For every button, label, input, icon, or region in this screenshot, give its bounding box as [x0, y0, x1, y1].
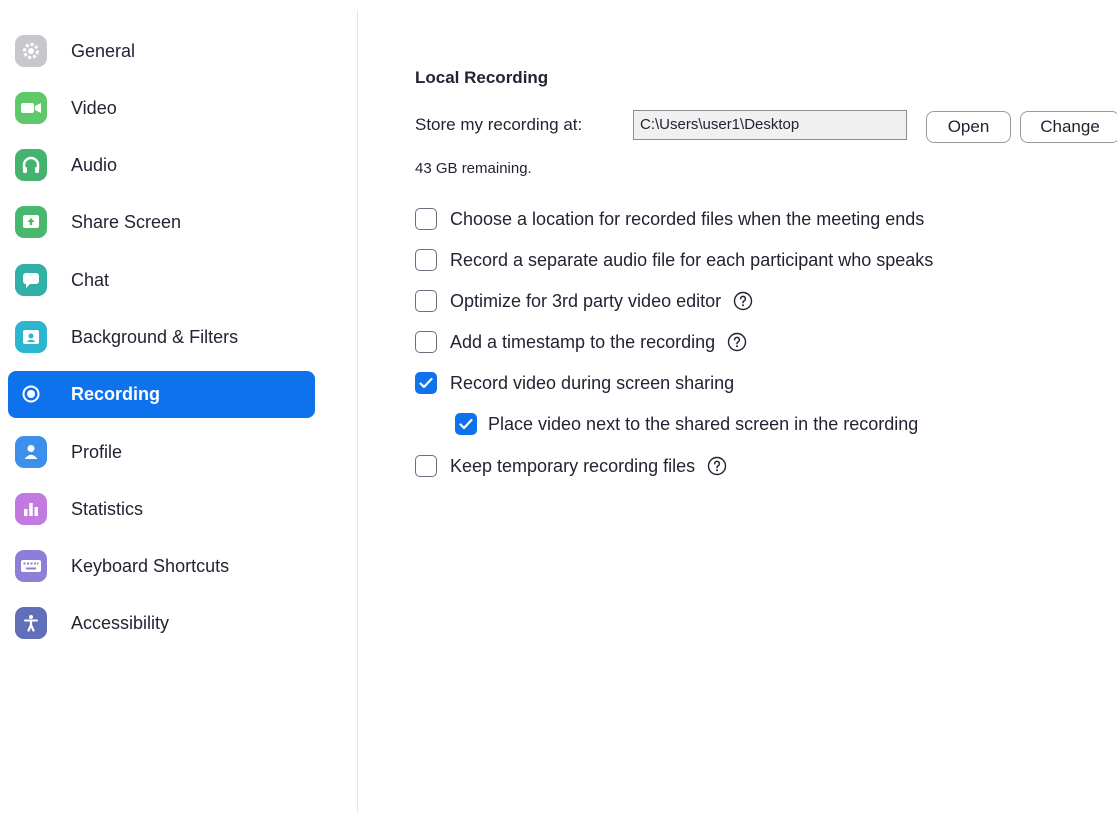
sidebar-item-video[interactable]: Video [8, 85, 315, 132]
person-icon [15, 436, 47, 468]
help-icon[interactable] [727, 332, 747, 352]
keyboard-icon [15, 550, 47, 582]
option-timestamp: Add a timestamp to the recording [415, 330, 747, 354]
option-label: Optimize for 3rd party video editor [450, 290, 722, 311]
sidebar-item-label: Accessibility [71, 613, 170, 633]
option-label: Choose a location for recorded files whe… [450, 208, 925, 229]
record-icon [15, 378, 47, 410]
sidebar-item-label: Background & Filters [71, 327, 239, 347]
sidebar-item-chat[interactable]: Chat [8, 257, 315, 304]
sidebar-item-statistics[interactable]: Statistics [8, 486, 315, 533]
sidebar-item-label: Audio [71, 155, 118, 175]
change-button[interactable]: Change [1020, 111, 1117, 143]
sidebar-item-share-screen[interactable]: Share Screen [8, 199, 315, 246]
option-label: Add a timestamp to the recording [450, 331, 716, 352]
open-button[interactable]: Open [926, 111, 1011, 143]
video-camera-icon [15, 92, 47, 124]
accessibility-icon [15, 607, 47, 639]
sidebar-item-accessibility[interactable]: Accessibility [8, 600, 315, 647]
option-label: Record video during screen sharing [450, 372, 735, 393]
checkmark-icon [459, 418, 473, 430]
place-video-next-checkbox[interactable] [455, 413, 477, 435]
sidebar-item-label: Recording [71, 384, 161, 404]
option-place-video-next: Place video next to the shared screen in… [455, 412, 918, 436]
sidebar-item-profile[interactable]: Profile [8, 429, 315, 476]
bar-chart-icon [15, 493, 47, 525]
sidebar-item-audio[interactable]: Audio [8, 142, 315, 189]
option-label: Place video next to the shared screen in… [488, 413, 919, 434]
choose-location-checkbox[interactable] [415, 208, 437, 230]
sidebar-item-recording[interactable]: Recording [8, 371, 315, 418]
sidebar-item-label: General [71, 41, 136, 61]
sidebar-item-label: Statistics [71, 499, 144, 519]
gear-icon [15, 35, 47, 67]
help-icon[interactable] [707, 456, 727, 476]
chat-bubble-icon [15, 264, 47, 296]
sidebar-item-general[interactable]: General [8, 28, 315, 75]
background-person-icon [15, 321, 47, 353]
store-location-label: Store my recording at: [415, 115, 583, 134]
record-video-sharing-checkbox[interactable] [415, 372, 437, 394]
sidebar-item-label: Share Screen [71, 212, 182, 232]
share-screen-icon [15, 206, 47, 238]
option-label: Keep temporary recording files [450, 455, 696, 476]
storage-remaining-text: 43 GB remaining. [415, 160, 532, 177]
help-icon[interactable] [733, 291, 753, 311]
sidebar-item-label: Keyboard Shortcuts [71, 556, 230, 576]
option-choose-location: Choose a location for recorded files whe… [415, 207, 924, 231]
sidebar-item-background-filters[interactable]: Background & Filters [8, 314, 315, 361]
separate-audio-checkbox[interactable] [415, 249, 437, 271]
option-record-video-sharing: Record video during screen sharing [415, 371, 734, 395]
section-title: Local Recording [415, 68, 549, 87]
option-optimize-editor: Optimize for 3rd party video editor [415, 289, 753, 313]
checkmark-icon [419, 377, 433, 389]
recording-path-field: C:\Users\user1\Desktop [633, 110, 907, 140]
option-keep-temp-files: Keep temporary recording files [415, 454, 727, 478]
sidebar-item-label: Video [71, 98, 117, 118]
optimize-editor-checkbox[interactable] [415, 290, 437, 312]
settings-sidebar: General Video Audio Share Screen Chat Ba… [0, 0, 357, 813]
timestamp-checkbox[interactable] [415, 331, 437, 353]
recording-settings-panel: Local Recording Store my recording at: C… [358, 0, 1117, 813]
sidebar-item-label: Chat [71, 270, 110, 290]
option-label: Record a separate audio file for each pa… [450, 249, 934, 270]
sidebar-item-keyboard-shortcuts[interactable]: Keyboard Shortcuts [8, 543, 315, 590]
headphones-icon [15, 149, 47, 181]
option-separate-audio: Record a separate audio file for each pa… [415, 248, 933, 272]
keep-temp-files-checkbox[interactable] [415, 455, 437, 477]
sidebar-item-label: Profile [71, 442, 123, 462]
